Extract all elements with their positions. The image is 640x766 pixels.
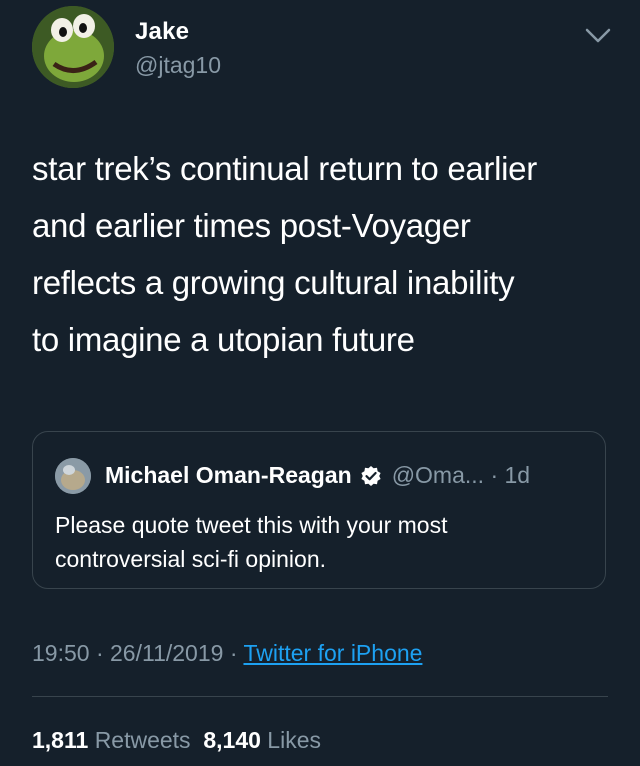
- retweets-count: 1,811: [32, 727, 89, 753]
- likes-stat[interactable]: 8,140 Likes: [203, 727, 321, 753]
- quoted-tweet-age: 1d: [504, 462, 531, 488]
- tweet-header: Jake @jtag10: [32, 6, 612, 90]
- author-handle[interactable]: @jtag10: [135, 52, 221, 79]
- tweet-timestamp: 19:50 · 26/11/2019 · Twitter for iPhone: [32, 640, 422, 667]
- author-info: Jake @jtag10: [135, 18, 221, 79]
- quoted-tweet-line: controversial sci-fi opinion.: [55, 546, 327, 572]
- tweet-date: 26/11/2019: [110, 640, 224, 666]
- author-name[interactable]: Jake: [135, 18, 221, 46]
- retweets-label: Retweets: [94, 727, 191, 753]
- quoted-separator: ·: [490, 462, 499, 488]
- quoted-tweet-text: Please quote tweet this with your most c…: [55, 508, 575, 576]
- quoted-author-handle: @Oma...: [391, 462, 485, 488]
- tweet-text-line: and earlier times post-Voyager: [32, 207, 471, 244]
- quoted-tweet-card[interactable]: Michael Oman-Reagan @Oma... · 1d Please …: [32, 431, 606, 589]
- quoted-author-avatar: [55, 458, 91, 494]
- quoted-tweet-line: Please quote tweet this with your most: [55, 512, 448, 538]
- divider: [32, 696, 608, 697]
- tweet-text-line: reflects a growing cultural inability: [32, 264, 515, 301]
- tweet-time: 19:50: [32, 640, 90, 666]
- timestamp-separator: ·: [95, 640, 104, 666]
- tweet-source-link[interactable]: Twitter for iPhone: [243, 640, 422, 666]
- tweet-text-line: to imagine a utopian future: [32, 321, 415, 358]
- tweet-text: star trek’s continual return to earlier …: [32, 140, 612, 368]
- author-avatar[interactable]: [32, 6, 114, 88]
- kermit-avatar-image: [32, 6, 114, 88]
- chevron-down-icon[interactable]: [584, 26, 612, 46]
- quoted-tweet-header: Michael Oman-Reagan @Oma... · 1d: [105, 462, 530, 489]
- tweet-text-line: star trek’s continual return to earlier: [32, 150, 537, 187]
- quoted-author-name: Michael Oman-Reagan: [105, 462, 352, 488]
- quoted-avatar-image: [55, 458, 91, 494]
- verified-badge-icon: [361, 466, 381, 486]
- likes-count: 8,140: [203, 727, 261, 753]
- likes-label: Likes: [267, 727, 321, 753]
- retweets-stat[interactable]: 1,811 Retweets: [32, 727, 191, 753]
- timestamp-separator: ·: [229, 640, 238, 666]
- tweet-stats: 1,811 Retweets 8,140 Likes: [32, 727, 321, 754]
